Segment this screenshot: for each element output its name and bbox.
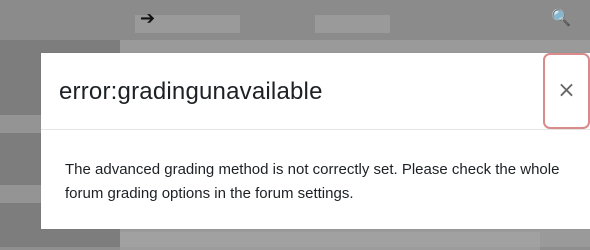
search-icon: 🔍 (551, 8, 571, 27)
background-stripe (315, 15, 390, 33)
modal-body: The advanced grading method is not corre… (65, 161, 560, 202)
background-stripe (120, 232, 540, 250)
modal-title: error:gradingunavailable (59, 78, 323, 105)
background-stripe (0, 185, 45, 203)
error-modal: error:gradingunavailable × The advanced … (41, 53, 590, 229)
close-button[interactable]: × (543, 53, 590, 129)
arrow-right-icon: ➔ (140, 8, 156, 29)
close-icon: × (557, 78, 576, 103)
background-stripe (0, 115, 45, 133)
modal-header: error:gradingunavailable × (41, 53, 590, 130)
background-topbar (0, 0, 590, 40)
